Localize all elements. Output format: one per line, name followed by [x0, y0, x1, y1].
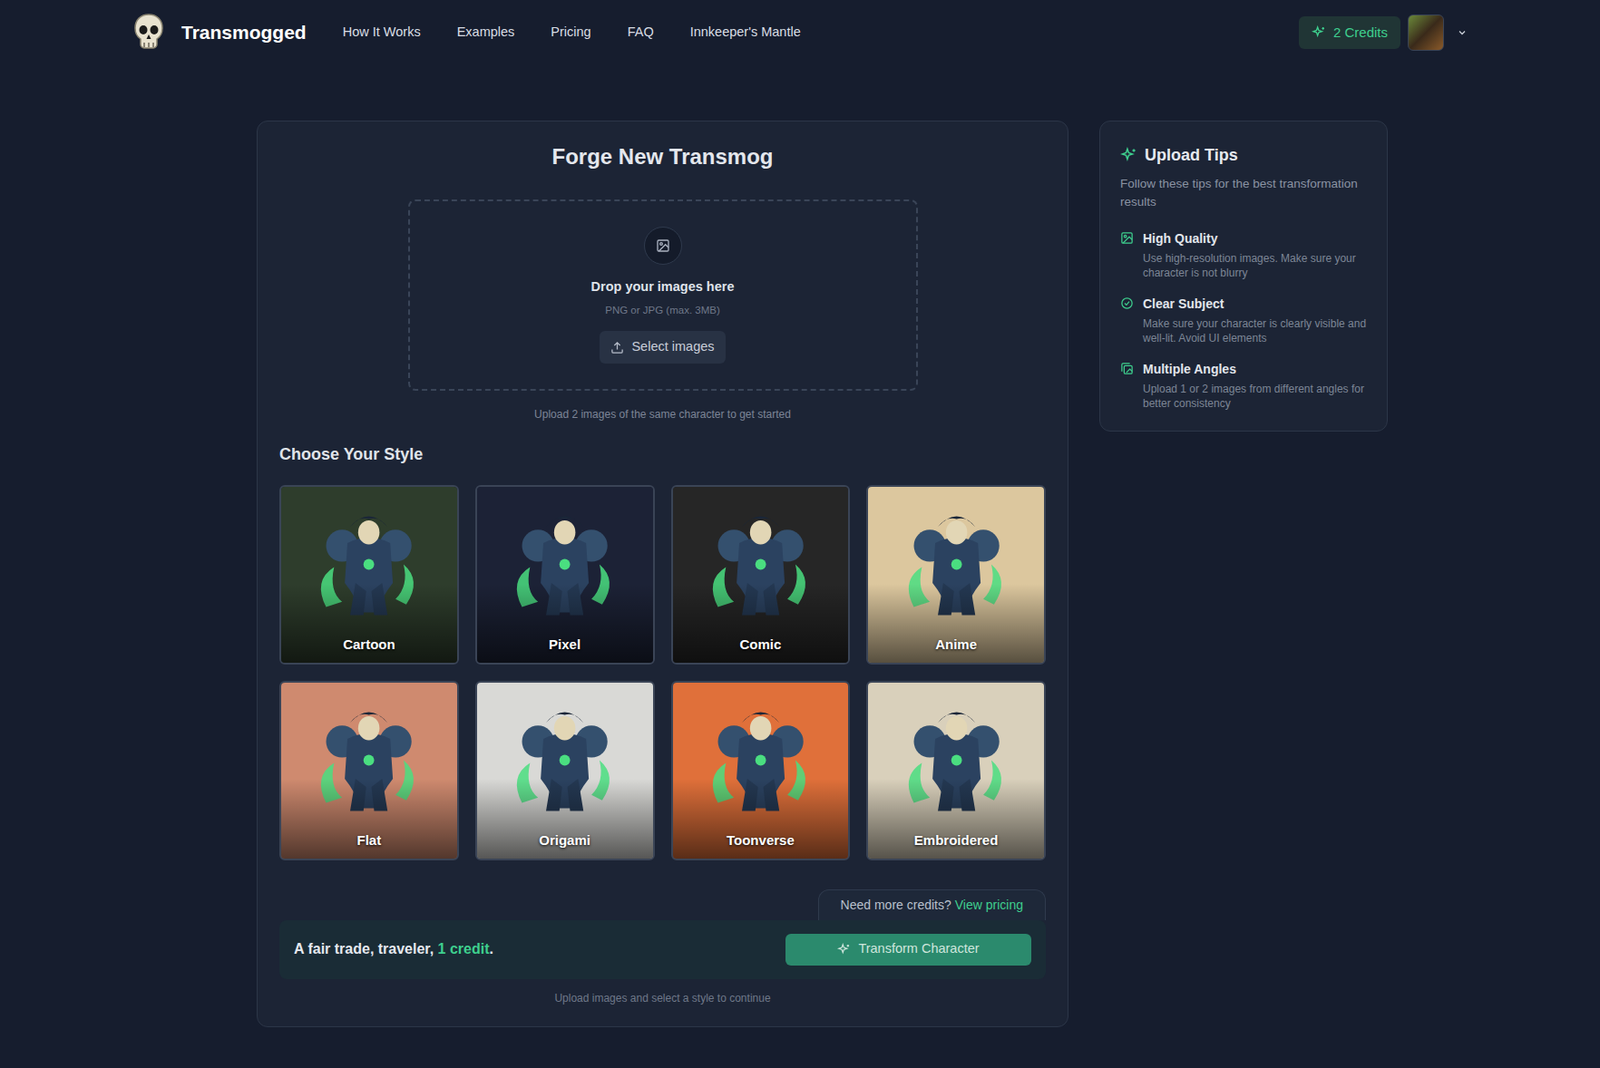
- nav-link[interactable]: Pricing: [550, 22, 591, 43]
- tip-title: High Quality: [1142, 229, 1367, 249]
- upload-tips: Upload Tips Follow these tips for the be…: [1099, 120, 1388, 432]
- sparkle-icon: [1311, 25, 1327, 40]
- style-card[interactable]: Origami: [475, 681, 655, 861]
- brand-name[interactable]: Transmogged: [181, 18, 307, 48]
- tip-item: Clear SubjectMake sure your character is…: [1120, 294, 1367, 346]
- credits-button[interactable]: 2 Credits: [1298, 16, 1401, 49]
- style-label[interactable]: Origami: [477, 830, 654, 852]
- transform-button[interactable]: Transform Character: [785, 934, 1032, 966]
- main-nav: How It Works Examples Pricing FAQ Innkeeper'…: [342, 22, 801, 43]
- style-card[interactable]: Comic: [671, 485, 851, 665]
- nav-link[interactable]: FAQ: [627, 22, 654, 43]
- image-icon: [643, 226, 683, 265]
- sparkle-icon: [837, 943, 851, 957]
- footer-hint: Upload images and select a style to cont…: [279, 990, 1046, 1007]
- upload-hint: Upload 2 images of the same character to…: [279, 406, 1046, 423]
- images-icon: [1120, 361, 1134, 376]
- style-label[interactable]: Pixel: [477, 634, 654, 656]
- style-card[interactable]: Toonverse: [671, 681, 851, 861]
- view-pricing-link[interactable]: View pricing: [955, 896, 1024, 916]
- form-title: Forge New Transmog: [279, 143, 1046, 171]
- more-credits-tab: Need more credits? View pricing: [818, 889, 1046, 921]
- chevron-down-icon[interactable]: [1456, 27, 1468, 39]
- style-card[interactable]: Embroidered: [866, 681, 1046, 861]
- style-card[interactable]: Cartoon: [279, 485, 459, 665]
- tip-title: Multiple Angles: [1142, 360, 1367, 380]
- style-label[interactable]: Toonverse: [673, 830, 849, 852]
- check-circle-icon: [1120, 296, 1134, 311]
- style-card[interactable]: Pixel: [475, 485, 655, 665]
- style-card[interactable]: Anime: [866, 485, 1046, 665]
- skull-logo-icon: [132, 12, 166, 53]
- cost-text: A fair trade, traveler, 1 credit.: [293, 938, 494, 961]
- style-label[interactable]: Anime: [868, 634, 1044, 656]
- tip-title: Clear Subject: [1142, 294, 1367, 314]
- file-formats: PNG or JPG (max. 3MB): [604, 302, 721, 319]
- image-icon: [1120, 231, 1134, 245]
- tips-subtitle: Follow these tips for the best transform…: [1120, 175, 1367, 212]
- nav-link[interactable]: How It Works: [342, 22, 421, 43]
- drop-title: Drop your images here: [591, 277, 735, 298]
- select-images-label[interactable]: Select images: [631, 337, 714, 358]
- tip-item: High QualityUse high-resolution images. …: [1120, 229, 1367, 281]
- style-card[interactable]: Flat: [279, 681, 459, 861]
- nav-link[interactable]: Examples: [457, 22, 516, 43]
- transmog-form: Forge New Transmog Drop your images here…: [256, 120, 1069, 1028]
- style-label[interactable]: Comic: [673, 634, 849, 656]
- sparkle-icon: [1120, 146, 1138, 165]
- cost-bar: A fair trade, traveler, 1 credit. Transf…: [279, 920, 1046, 980]
- tip-item: Multiple AnglesUpload 1 or 2 images from…: [1120, 360, 1367, 411]
- style-label[interactable]: Embroidered: [868, 830, 1044, 852]
- drop-zone[interactable]: Drop your images here PNG or JPG (max. 3…: [408, 199, 918, 391]
- tip-text: Upload 1 or 2 images from different angl…: [1142, 381, 1367, 411]
- brand[interactable]: Transmogged: [132, 12, 307, 53]
- style-grid: Cartoon Pixel Comic Anime Flat Origami Toonver…: [279, 485, 1046, 861]
- nav-link[interactable]: Innkeeper's Mantle: [690, 22, 801, 43]
- tips-list: High QualityUse high-resolution images. …: [1120, 229, 1367, 411]
- tips-title: Upload Tips: [1144, 143, 1239, 168]
- tip-text: Make sure your character is clearly visi…: [1142, 316, 1367, 346]
- credits-count[interactable]: 2 Credits: [1333, 22, 1388, 44]
- upload-icon: [610, 341, 625, 355]
- tip-text: Use high-resolution images. Make sure yo…: [1142, 251, 1367, 281]
- transform-label[interactable]: Transform Character: [858, 939, 979, 960]
- top-bar: Transmogged How It Works Examples Pricing F…: [0, 0, 1600, 66]
- select-images-button[interactable]: Select images: [599, 331, 725, 364]
- style-heading: Choose Your Style: [279, 442, 1046, 468]
- more-credits-text: Need more credits?: [840, 896, 952, 916]
- avatar[interactable]: [1407, 14, 1444, 51]
- style-label[interactable]: Cartoon: [281, 634, 458, 656]
- style-label[interactable]: Flat: [281, 830, 458, 852]
